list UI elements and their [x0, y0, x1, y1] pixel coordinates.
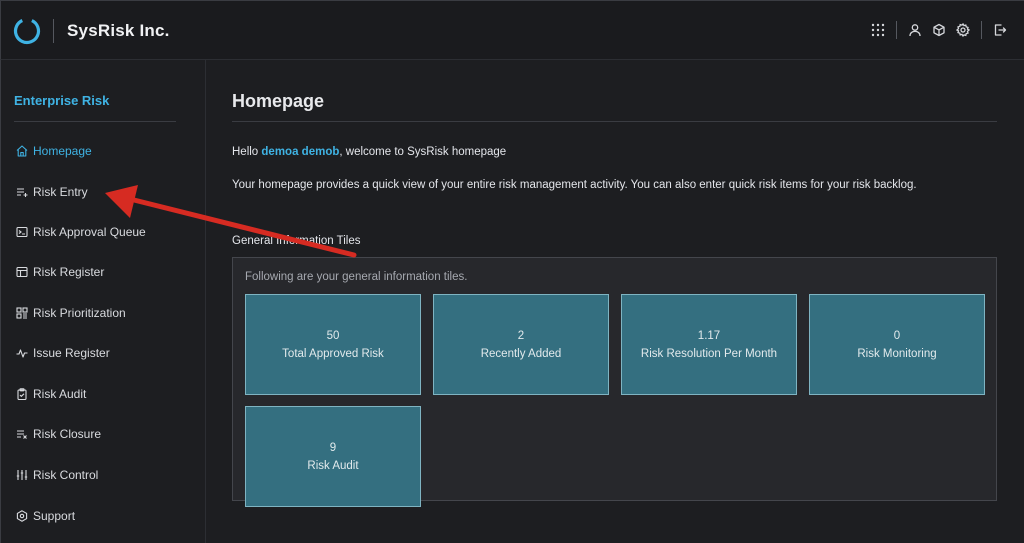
sidebar-item-risk-prioritization[interactable]: Risk Prioritization [15, 303, 126, 323]
sidebar-item-risk-approval-queue[interactable]: Risk Approval Queue [15, 222, 146, 242]
tile-label: Recently Added [480, 347, 562, 360]
table-icon [15, 266, 28, 279]
sidebar-item-label: Risk Control [33, 468, 99, 482]
sliders-icon [15, 469, 28, 482]
brand-name[interactable]: SysRisk Inc. [67, 21, 170, 41]
tile-risk-audit[interactable]: 9 Risk Audit [245, 406, 421, 507]
top-bar: SysRisk Inc. [0, 0, 1024, 60]
tile-risk-monitoring[interactable]: 0 Risk Monitoring [809, 294, 985, 395]
clipboard-icon [15, 388, 28, 401]
sidebar-item-issue-register[interactable]: Issue Register [15, 343, 110, 363]
tile-value: 9 [329, 441, 337, 454]
apps-grid-icon[interactable] [866, 18, 890, 42]
sidebar-divider [14, 121, 176, 122]
greeting-text: Hello demoa demob, welcome to SysRisk ho… [232, 146, 506, 158]
tile-label: Risk Audit [307, 459, 359, 472]
header-toolbar [866, 18, 1012, 42]
tile-label: Risk Monitoring [857, 347, 937, 360]
sidebar-item-homepage[interactable]: Homepage [15, 141, 92, 161]
greeting-prefix: Hello [232, 146, 262, 158]
tile-value: 0 [893, 329, 901, 342]
hexagon-icon [15, 510, 28, 523]
sidebar-item-risk-closure[interactable]: Risk Closure [15, 424, 101, 444]
home-icon [15, 145, 28, 158]
toolbar-separator [896, 21, 897, 39]
page-title: Homepage [232, 91, 325, 111]
user-name: demoa demob [261, 146, 340, 158]
terminal-icon [15, 226, 28, 239]
tile-total-approved-risk[interactable]: 50 Total Approved Risk [245, 294, 421, 395]
sidebar-item-label: Risk Closure [33, 427, 102, 441]
grid-icon [15, 307, 28, 320]
sidebar: Enterprise Risk Homepage Risk Entry Risk… [0, 60, 206, 543]
greeting-suffix: , welcome to SysRisk homepage [339, 146, 507, 158]
main-content: Homepage Hello demoa demob, welcome to S… [206, 60, 1024, 543]
tile-value: 2 [517, 329, 525, 342]
logo-separator [53, 19, 54, 43]
sidebar-item-label: Risk Approval Queue [33, 225, 146, 239]
toolbar-separator [981, 21, 982, 39]
sidebar-item-label: Risk Register [33, 265, 105, 279]
sysrisk-logo-icon[interactable] [12, 16, 42, 46]
tile-risk-resolution-per-month[interactable]: 1.17 Risk Resolution Per Month [621, 294, 797, 395]
tile-recently-added[interactable]: 2 Recently Added [433, 294, 609, 395]
sidebar-item-label: Risk Entry [33, 185, 88, 199]
title-divider [232, 121, 997, 122]
tile-value: 1.17 [697, 329, 721, 342]
tiles-panel: Following are your general information t… [232, 257, 997, 507]
sidebar-item-label: Issue Register [33, 346, 110, 360]
cube-icon[interactable] [927, 18, 951, 42]
logout-icon[interactable] [988, 18, 1012, 42]
sidebar-item-risk-audit[interactable]: Risk Audit [15, 384, 86, 404]
pulse-icon [15, 347, 28, 360]
sidebar-title: Enterprise Risk [14, 93, 110, 108]
list-add-icon [15, 186, 28, 199]
homepage-description: Your homepage provides a quick view of y… [232, 179, 917, 191]
tile-label: Total Approved Risk [282, 347, 384, 360]
tile-value: 50 [326, 329, 340, 342]
sidebar-item-label: Support [33, 509, 76, 523]
sidebar-item-label: Homepage [33, 144, 92, 158]
tiles-section-label: General Information Tiles [232, 235, 361, 247]
sidebar-item-support[interactable]: Support [15, 506, 75, 526]
tile-label: Risk Resolution Per Month [640, 347, 778, 360]
user-icon[interactable] [903, 18, 927, 42]
tiles-caption: Following are your general information t… [245, 271, 468, 283]
sidebar-item-risk-control[interactable]: Risk Control [15, 465, 98, 485]
sidebar-item-risk-register[interactable]: Risk Register [15, 262, 104, 282]
sidebar-item-label: Risk Audit [33, 387, 87, 401]
list-close-icon [15, 428, 28, 441]
sidebar-item-risk-entry[interactable]: Risk Entry [15, 182, 88, 202]
sidebar-item-label: Risk Prioritization [33, 306, 126, 320]
gear-icon[interactable] [951, 18, 975, 42]
